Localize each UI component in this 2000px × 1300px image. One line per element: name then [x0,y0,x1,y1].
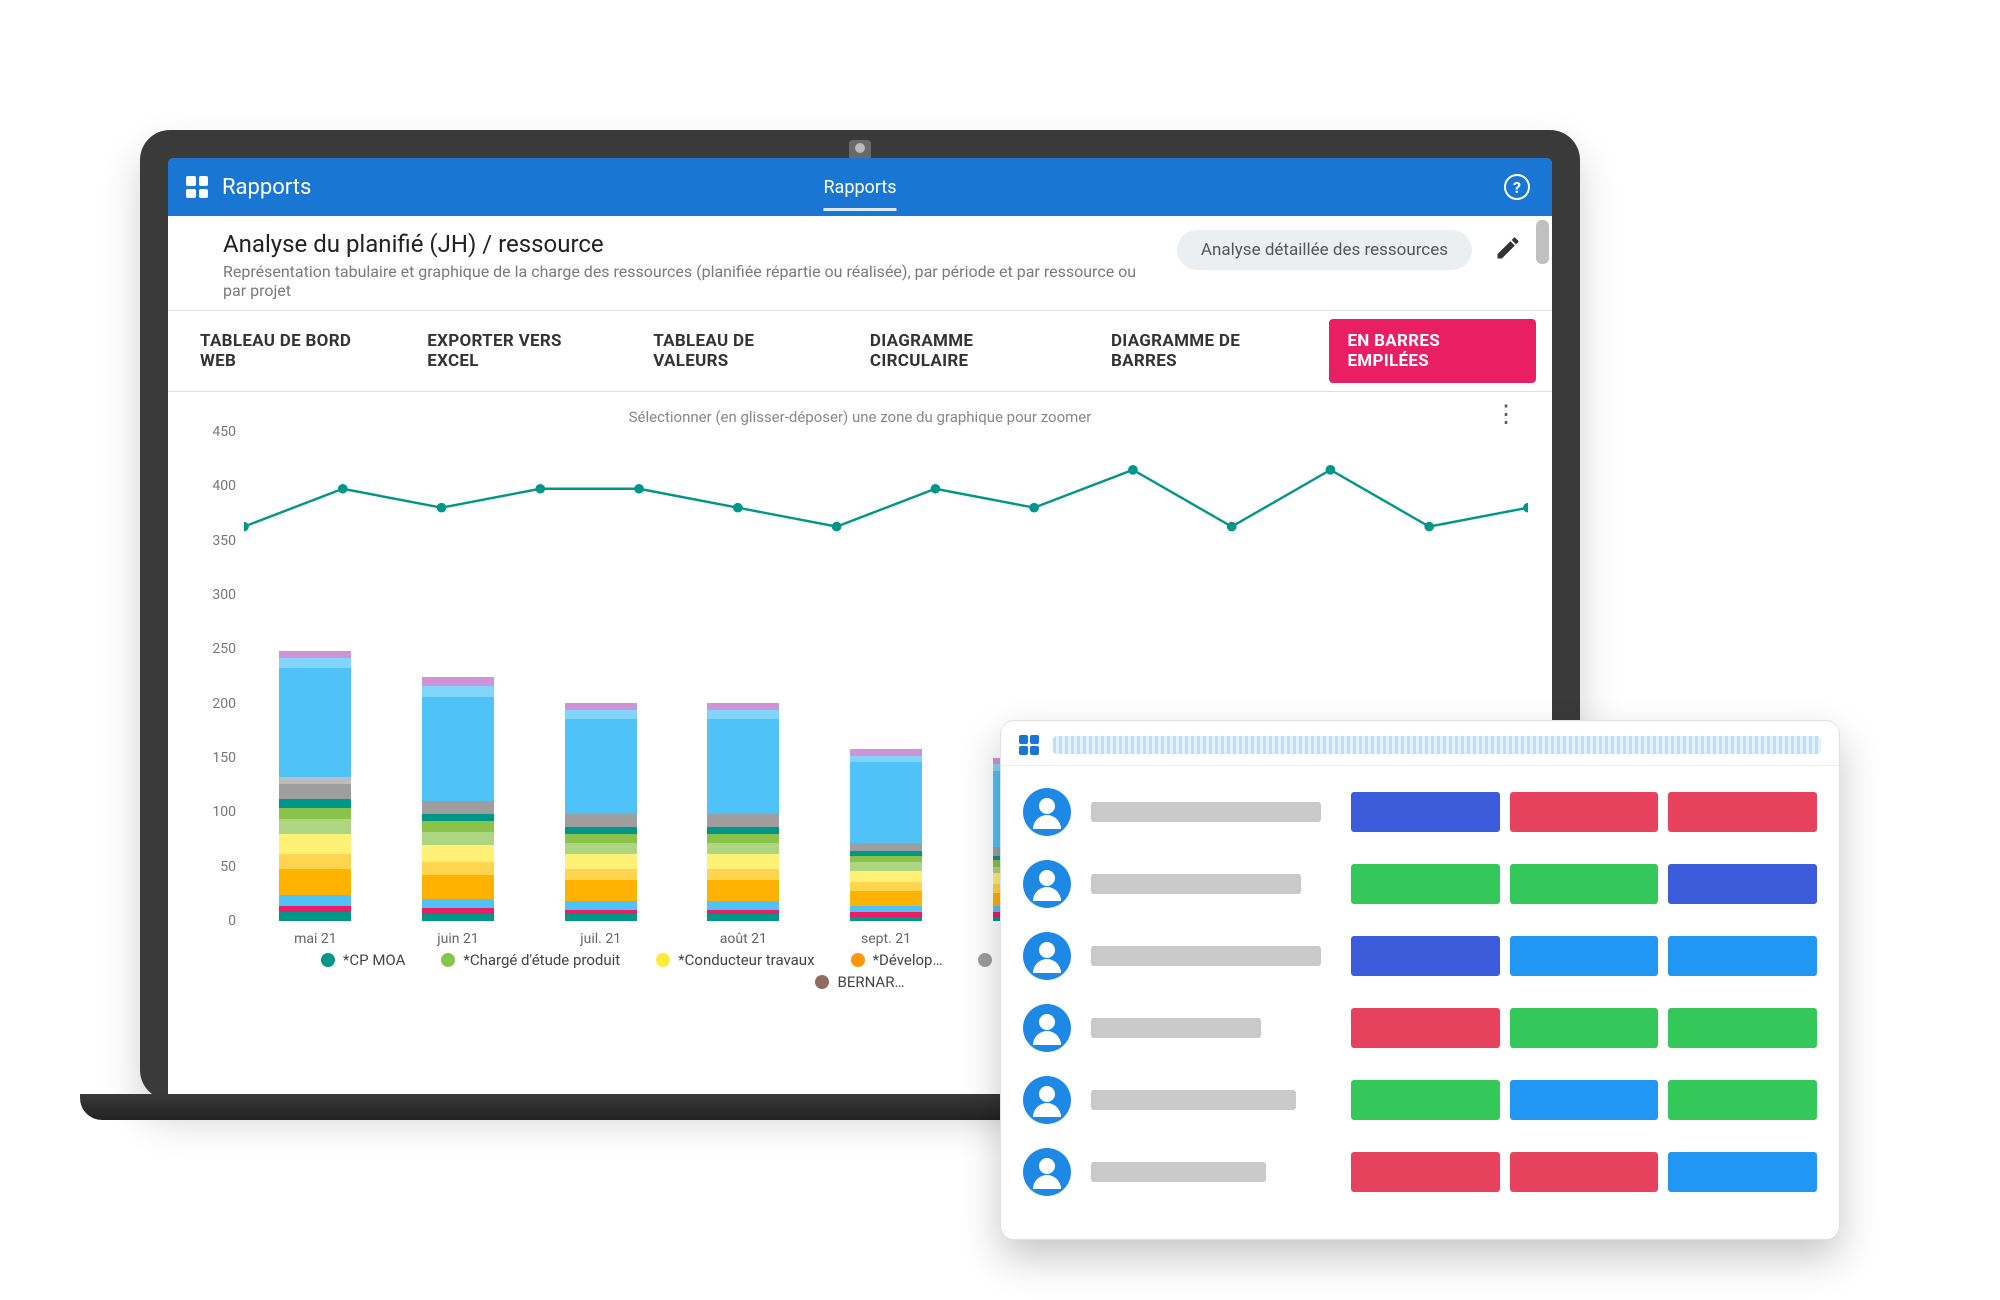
status-cell [1510,936,1659,976]
name-placeholder [1091,946,1321,966]
scrollbar[interactable] [1536,220,1549,264]
avatar-icon [1023,788,1071,836]
overlay-header [1001,721,1839,766]
avatar-icon [1023,1148,1071,1196]
name-placeholder [1091,1018,1261,1038]
name-placeholder [1091,1090,1296,1110]
status-cell [1351,936,1500,976]
status-cell [1668,1008,1817,1048]
apps-icon[interactable] [186,176,208,198]
status-cell [1668,792,1817,832]
overlay-title-placeholder [1053,736,1821,754]
overlay-row[interactable] [1023,920,1817,992]
edit-button[interactable] [1494,234,1522,262]
status-cell [1668,864,1817,904]
status-cell [1351,1008,1500,1048]
overlay-row[interactable] [1023,848,1817,920]
tab-5[interactable]: EN BARRES EMPILÉES [1329,319,1536,383]
avatar-icon [1023,932,1071,980]
status-cell [1668,1080,1817,1120]
overlay-row[interactable] [1023,1136,1817,1208]
legend-item[interactable]: BERNAR… [815,973,904,991]
top-bar: Rapports Rapports ? [168,158,1552,216]
avatar-icon [1023,1076,1071,1124]
status-cell [1351,864,1500,904]
bar-column[interactable] [387,677,530,921]
status-cell [1510,1080,1659,1120]
status-cell [1510,792,1659,832]
help-icon[interactable]: ? [1504,174,1530,200]
legend-item[interactable]: *Dévelop… [851,951,943,969]
overlay-panel [1000,720,1840,1240]
tab-2[interactable]: TABLEAU DE VALEURS [631,313,848,389]
bar-column[interactable] [529,703,672,921]
legend-item[interactable]: *CP MOA [321,951,405,969]
page-subtitle: Représentation tabulaire et graphique de… [223,262,1163,300]
avatar-icon [1023,1004,1071,1052]
status-cell [1668,1152,1817,1192]
name-placeholder [1091,802,1321,822]
page-title: Analyse du planifié (JH) / ressource [223,230,1163,258]
legend-item[interactable]: *Conducteur travaux [656,951,814,969]
tab-0[interactable]: TABLEAU DE BORD WEB [178,313,405,389]
avatar-icon [1023,860,1071,908]
status-cell [1668,936,1817,976]
app-title: Rapports [222,175,311,200]
status-cell [1351,1152,1500,1192]
legend-item[interactable]: *Chargé d'étude produit [441,951,620,969]
bar-column[interactable] [672,703,815,921]
overlay-row[interactable] [1023,1064,1817,1136]
apps-icon[interactable] [1019,735,1039,755]
page-header: Analyse du planifié (JH) / ressource Rep… [168,216,1552,311]
detail-chip[interactable]: Analyse détaillée des ressources [1177,230,1472,270]
bar-column[interactable] [244,651,387,921]
overlay-row[interactable] [1023,992,1817,1064]
view-tabs: TABLEAU DE BORD WEBEXPORTER VERS EXCELTA… [168,311,1552,392]
status-cell [1351,1080,1500,1120]
tab-4[interactable]: DIAGRAMME DE BARRES [1089,313,1323,389]
tab-3[interactable]: DIAGRAMME CIRCULAIRE [848,313,1089,389]
name-placeholder [1091,874,1301,894]
nav-tab-reports[interactable]: Rapports [823,158,896,216]
tab-1[interactable]: EXPORTER VERS EXCEL [405,313,631,389]
camera-icon [855,143,865,153]
bar-column[interactable] [815,749,958,921]
chart-menu-icon[interactable]: ⋮ [1494,400,1518,428]
overlay-rows [1001,766,1839,1218]
y-axis: 050100150200250300350400450 [192,432,242,921]
overlay-row[interactable] [1023,776,1817,848]
status-cell [1510,1152,1659,1192]
status-cell [1510,1008,1659,1048]
name-placeholder [1091,1162,1266,1182]
status-cell [1510,864,1659,904]
status-cell [1351,792,1500,832]
chart-hint: Sélectionner (en glisser-déposer) une zo… [192,404,1528,432]
